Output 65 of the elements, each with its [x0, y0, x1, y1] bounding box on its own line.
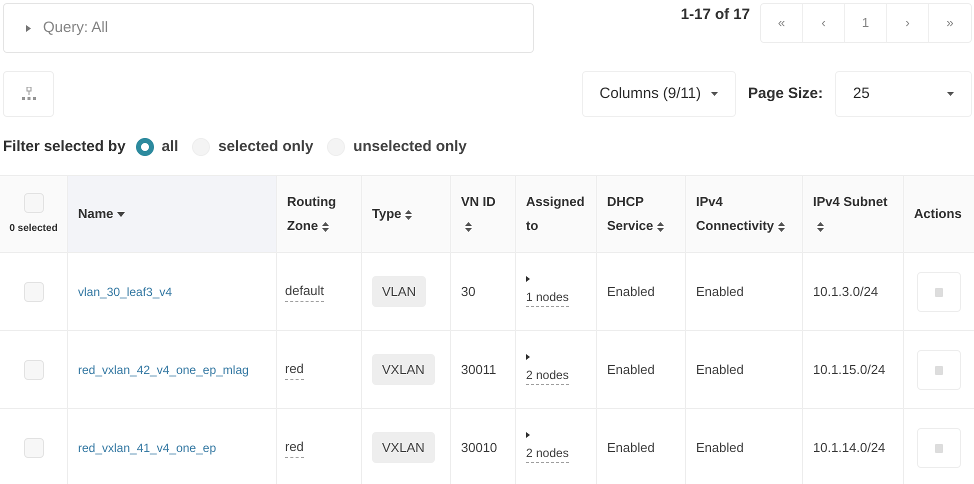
- column-header[interactable]: DHCP Service: [607, 190, 675, 238]
- checkbox[interactable]: [24, 438, 44, 458]
- page-size-select[interactable]: 25: [835, 71, 972, 117]
- table-cell-text: 10.1.14.0/24: [813, 438, 886, 457]
- column-header: Actions: [914, 205, 962, 223]
- caret-right-icon[interactable]: [526, 432, 530, 438]
- query-field[interactable]: Query: All: [3, 3, 534, 53]
- routing-zone-link[interactable]: default: [285, 281, 324, 302]
- routing-zone-link[interactable]: red: [285, 437, 304, 458]
- column-header[interactable]: IPv4 Subnet: [813, 190, 893, 238]
- column-header[interactable]: Type: [372, 202, 412, 226]
- radio-label: all: [162, 136, 178, 157]
- trash-icon: [935, 286, 943, 296]
- delete-button[interactable]: [917, 428, 961, 468]
- pager-button[interactable]: ›: [887, 4, 929, 42]
- radio-label: selected only: [218, 136, 314, 157]
- page-size-label: Page Size:: [748, 84, 823, 104]
- nodes-link[interactable]: 2 nodes: [526, 444, 569, 463]
- network-name-link[interactable]: vlan_30_leaf3_v4: [78, 282, 172, 300]
- table-cell-text: 30010: [461, 438, 498, 457]
- nodes-link[interactable]: 1 nodes: [526, 288, 569, 307]
- checkbox[interactable]: [24, 360, 44, 380]
- column-header[interactable]: VN ID: [461, 190, 505, 238]
- column-header[interactable]: Routing Zone: [287, 190, 351, 238]
- pager-button[interactable]: ‹: [803, 4, 845, 42]
- caret-down-icon: [710, 92, 718, 96]
- table-cell-text: Enabled: [696, 282, 744, 301]
- selection-count: 0 selected: [9, 222, 58, 236]
- table-cell-text: Enabled: [696, 438, 744, 457]
- columns-dropdown[interactable]: Columns (9/11): [582, 71, 736, 117]
- table-cell-text: Enabled: [696, 360, 744, 379]
- trash-icon: [935, 364, 943, 374]
- hierarchy-icon: [22, 87, 36, 101]
- radio-button[interactable]: [136, 138, 154, 156]
- column-header: Assigned to: [526, 193, 586, 235]
- table-cell-text: 30: [461, 282, 476, 301]
- trash-icon: [935, 442, 943, 452]
- filter-label: Filter selected by: [3, 136, 126, 157]
- table-cell-text: Enabled: [607, 282, 655, 301]
- table-cell-text: Enabled: [607, 438, 655, 457]
- table-cell-text: 30011: [461, 360, 496, 379]
- checkbox[interactable]: [24, 282, 44, 302]
- table-cell-text: 10.1.15.0/24: [813, 360, 886, 379]
- network-name-link[interactable]: red_vxlan_41_v4_one_ep: [78, 438, 216, 456]
- table-cell-text: Enabled: [607, 360, 655, 379]
- caret-right-icon[interactable]: [526, 276, 530, 282]
- nodes-link[interactable]: 2 nodes: [526, 366, 569, 385]
- delete-button[interactable]: [917, 350, 961, 390]
- query-label: Query: All: [43, 18, 108, 38]
- column-header[interactable]: IPv4 Connectivity: [696, 190, 792, 238]
- type-tag: VXLAN: [372, 432, 435, 464]
- table-cell-text: 10.1.3.0/24: [813, 282, 878, 301]
- column-header[interactable]: Name: [78, 202, 126, 226]
- routing-zone-link[interactable]: red: [285, 359, 304, 380]
- caret-right-icon[interactable]: [526, 354, 530, 360]
- page-range: 1-17 of 17: [680, 4, 750, 25]
- radio-label: unselected only: [353, 136, 467, 157]
- delete-button[interactable]: [917, 272, 961, 312]
- pager-button[interactable]: «: [761, 4, 803, 42]
- pager-button[interactable]: »: [929, 4, 971, 42]
- network-name-link[interactable]: red_vxlan_42_v4_one_ep_mlag: [78, 360, 249, 378]
- type-tag: VXLAN: [372, 354, 435, 386]
- caret-down-icon: [947, 92, 954, 96]
- tree-view-button[interactable]: [3, 71, 54, 117]
- type-tag: VLAN: [372, 276, 426, 308]
